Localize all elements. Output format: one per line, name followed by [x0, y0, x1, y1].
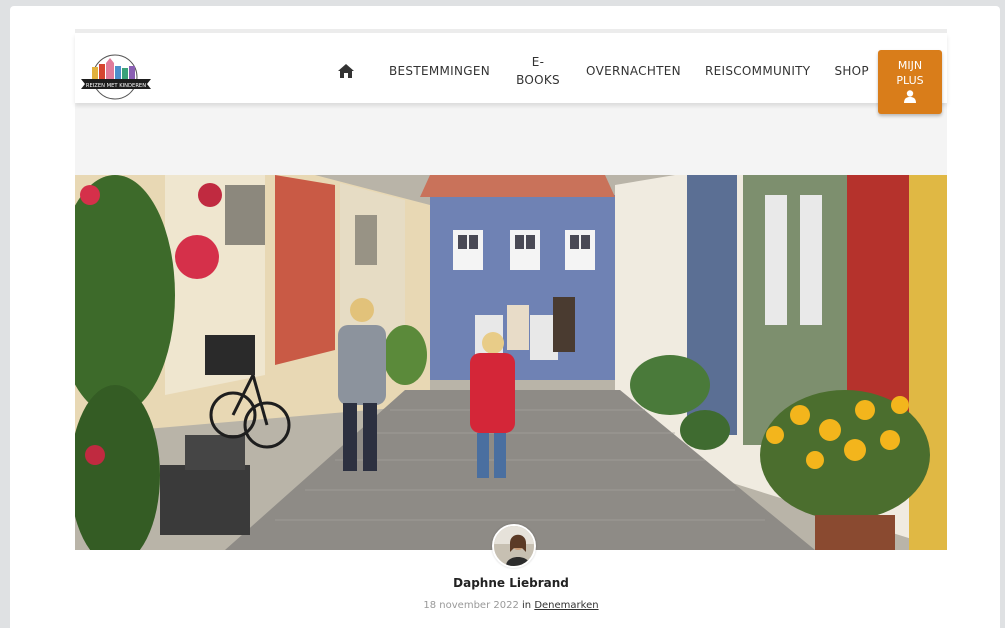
avatar-photo	[494, 526, 534, 566]
hero-image	[75, 175, 947, 550]
nav-e-books[interactable]: E-BOOKS	[514, 53, 562, 89]
site-logo[interactable]: REIZEN MET KINDEREN	[77, 53, 155, 103]
site-header: REIZEN MET KINDEREN BESTEMMINGEN E-BOOKS…	[75, 33, 947, 114]
author-avatar[interactable]	[492, 524, 536, 568]
author-name[interactable]: Daphne Liebrand	[10, 576, 1000, 590]
post-meta: 18 november 2022 in Denemarken	[10, 600, 1000, 611]
nav-shop[interactable]: SHOP	[834, 64, 869, 78]
post-date: 18 november 2022	[423, 600, 519, 611]
page: REIZEN MET KINDEREN BESTEMMINGEN E-BOOKS…	[10, 6, 1000, 628]
post-category-link[interactable]: Denemarken	[534, 600, 598, 611]
main-nav: BESTEMMINGEN E-BOOKS OVERNACHTEN REISCOM…	[335, 33, 881, 103]
user-icon	[904, 90, 916, 103]
logo-graphic: REIZEN MET KINDEREN	[81, 54, 151, 100]
home-icon[interactable]	[335, 60, 357, 82]
nav-bestemmingen[interactable]: BESTEMMINGEN	[389, 64, 490, 78]
hero-photo-illustration	[75, 175, 947, 550]
mijn-plus-label: MIJN PLUS	[896, 59, 924, 87]
nav-overnachten[interactable]: OVERNACHTEN	[586, 64, 681, 78]
post-in-word: in	[522, 600, 532, 611]
mijn-plus-button[interactable]: MIJN PLUS	[878, 50, 942, 114]
logo-wordmark: REIZEN MET KINDEREN	[86, 83, 146, 89]
header-spacer-band	[75, 103, 947, 175]
nav-reiscommunity[interactable]: REISCOMMUNITY	[705, 64, 810, 78]
